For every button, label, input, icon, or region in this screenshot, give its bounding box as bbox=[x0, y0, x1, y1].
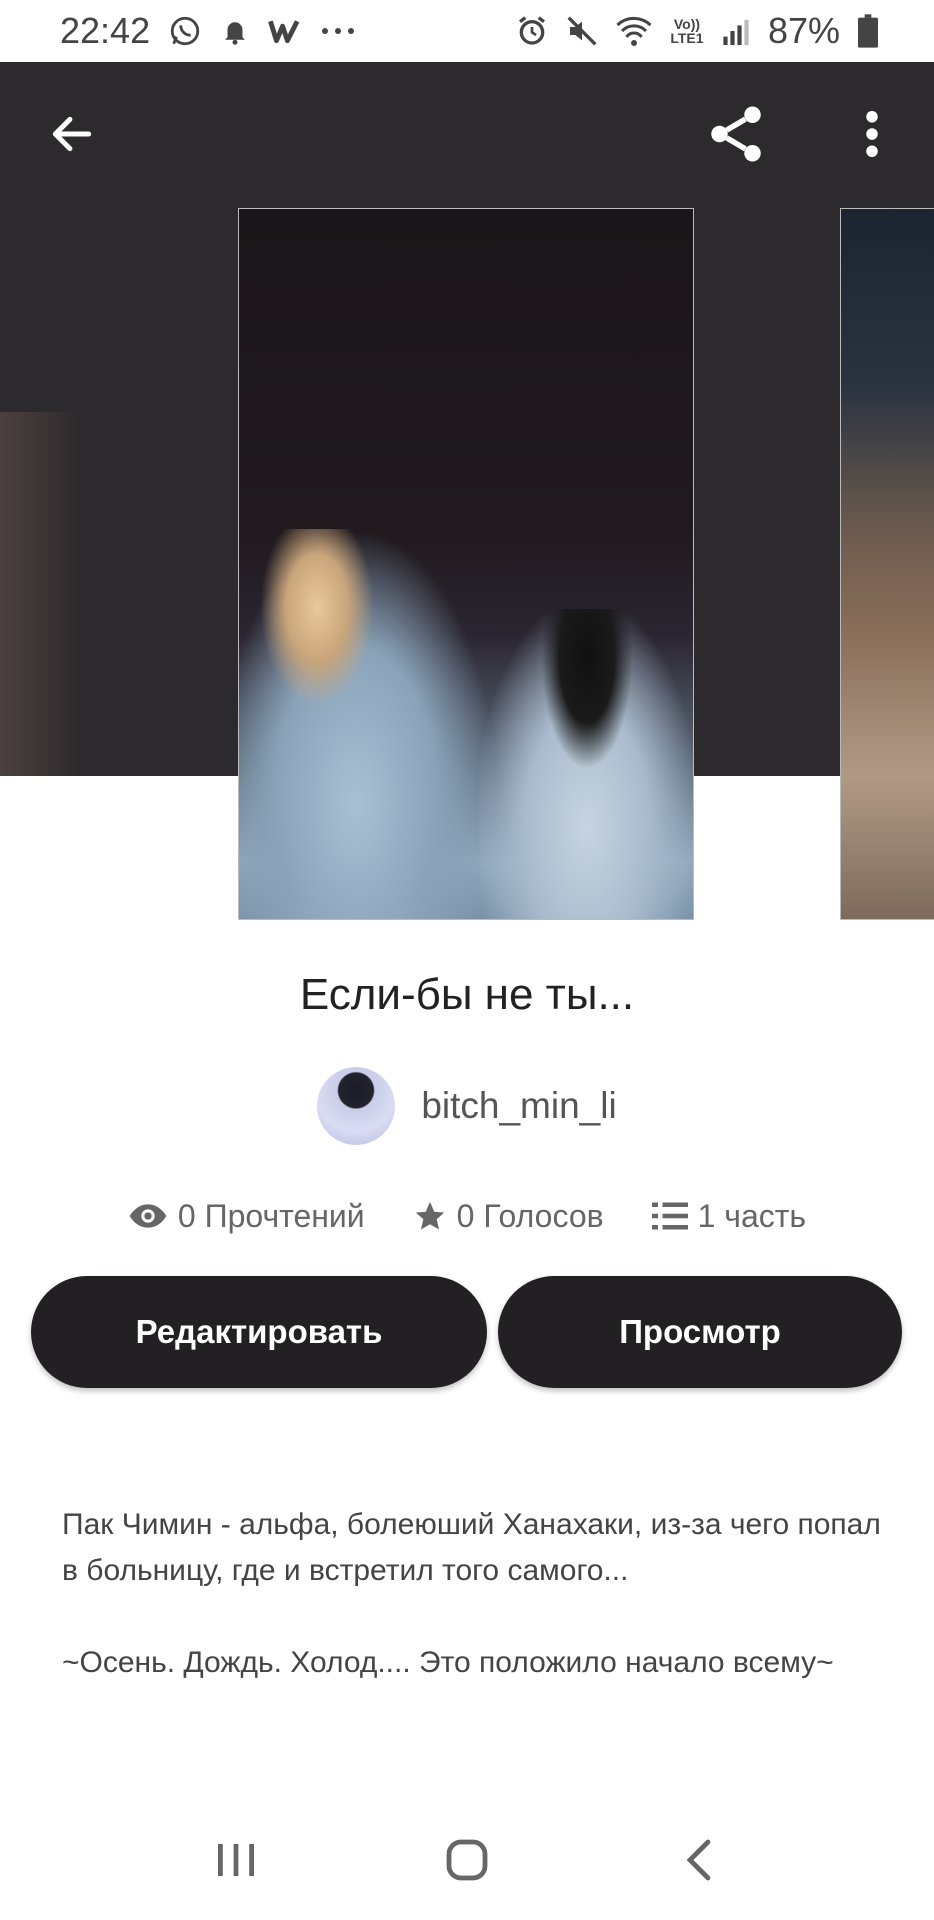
signal-icon bbox=[722, 17, 750, 45]
edit-button[interactable]: Редактировать bbox=[31, 1276, 487, 1388]
votes-stat: 0 Голосов bbox=[413, 1198, 604, 1235]
description-paragraph: ~Осень. Дождь. Холод.... Это положило на… bbox=[62, 1646, 834, 1679]
alarm-icon bbox=[516, 15, 548, 47]
notification-bell-icon bbox=[220, 16, 250, 46]
reads-stat: 0 Прочтений bbox=[128, 1198, 365, 1235]
recent-apps-button[interactable] bbox=[196, 1820, 276, 1900]
story-stats: 0 Прочтений 0 Голосов 1 часть bbox=[0, 1188, 934, 1244]
home-icon bbox=[446, 1839, 488, 1881]
story-cover[interactable] bbox=[238, 208, 694, 920]
story-description: Пак Чимин - альфа, болеюший Ханахаки, из… bbox=[62, 1502, 882, 1732]
recent-apps-icon bbox=[217, 1844, 254, 1876]
mute-icon bbox=[566, 15, 598, 47]
list-icon bbox=[651, 1202, 688, 1230]
prev-cover-edge bbox=[0, 412, 80, 776]
reads-count: 0 Прочтений bbox=[177, 1197, 365, 1234]
navigation-bar bbox=[0, 1810, 934, 1910]
share-icon bbox=[711, 106, 761, 162]
clock: 22:42 bbox=[60, 10, 151, 51]
back-nav-button[interactable] bbox=[658, 1820, 738, 1900]
cover-figure bbox=[479, 609, 693, 919]
wifi-icon bbox=[616, 16, 652, 46]
parts-count: 1 часть bbox=[697, 1197, 807, 1234]
back-button[interactable] bbox=[36, 98, 108, 170]
battery-icon bbox=[858, 14, 878, 48]
cover-figure bbox=[239, 529, 499, 919]
whatsapp-icon bbox=[168, 14, 202, 48]
more-dots-icon bbox=[320, 26, 356, 36]
eye-icon bbox=[129, 1204, 167, 1228]
view-button[interactable]: Просмотр bbox=[498, 1276, 902, 1388]
volte-label: Vo)) LTE1 bbox=[670, 16, 704, 46]
back-icon bbox=[686, 1839, 711, 1881]
more-vertical-icon bbox=[866, 111, 878, 157]
author-name[interactable]: bitch_min_li bbox=[421, 1085, 616, 1127]
share-button[interactable] bbox=[700, 98, 772, 170]
next-story-cover[interactable] bbox=[840, 208, 934, 920]
back-arrow-icon bbox=[52, 116, 92, 152]
parts-stat[interactable]: 1 часть bbox=[651, 1197, 807, 1235]
home-button[interactable] bbox=[427, 1820, 507, 1900]
star-icon bbox=[415, 1201, 444, 1230]
author-avatar[interactable] bbox=[317, 1067, 396, 1145]
wattpad-icon bbox=[268, 16, 302, 46]
description-paragraph: Пак Чимин - альфа, болеюший Ханахаки, из… bbox=[62, 1508, 881, 1587]
battery-percent: 87% bbox=[767, 10, 840, 51]
more-options-button[interactable] bbox=[836, 98, 908, 170]
author-row[interactable]: bitch_min_li bbox=[0, 1066, 934, 1146]
votes-count: 0 Голосов bbox=[456, 1197, 604, 1234]
status-bar: 22:42 Vo)) LTE1 87% bbox=[0, 0, 934, 62]
volte-icon: Vo)) LTE1 bbox=[670, 17, 704, 45]
story-title: Если-бы не ты... bbox=[299, 970, 635, 1019]
